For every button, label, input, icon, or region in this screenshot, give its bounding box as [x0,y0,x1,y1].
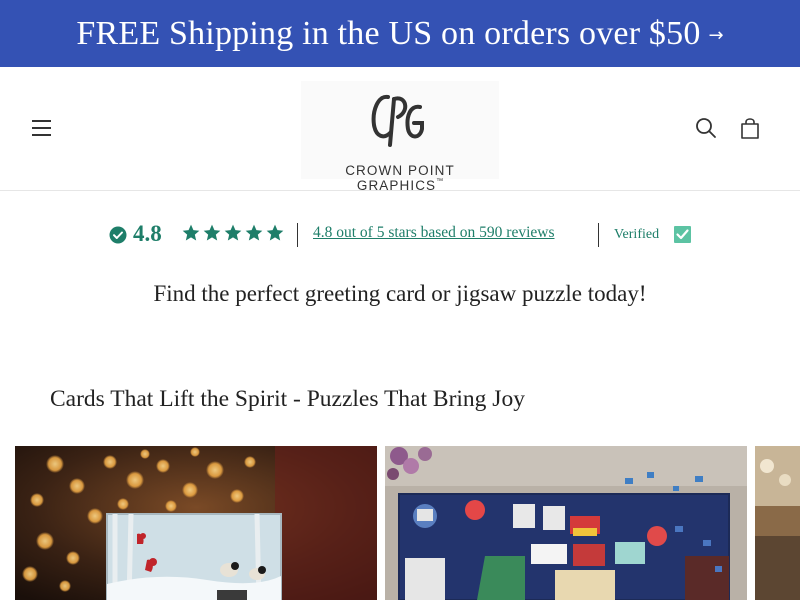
cpg-monogram-icon [371,94,424,147]
site-logo[interactable]: CROWN POINT GRAPHICS™ [301,81,499,193]
star-icon [203,224,221,241]
reviews-bar: 4.8 4.8 out of 5 stars based on 590 revi… [0,218,800,252]
star-icon [245,224,263,241]
hero-tagline: Find the perfect greeting card or jigsaw… [153,281,647,306]
star-rating [181,223,285,245]
verified-check-icon [674,226,691,243]
site-header: CROWN POINT GRAPHICS™ [0,67,800,193]
reviews-summary-link[interactable]: 4.8 out of 5 stars based on 590 reviews [313,224,555,242]
verified-label: Verified [614,227,660,242]
collection-heading: Cards That Lift the Spirit - Puzzles Tha… [50,386,525,412]
trademark-mark: ™ [436,178,444,185]
rating-score: 4.8 [133,221,162,246]
logo-wordmark: CROWN POINT GRAPHICS™ [301,163,499,193]
product-card-next[interactable] [755,446,800,600]
star-icon [182,224,200,241]
product-image [755,446,800,600]
menu-icon-line [32,127,51,129]
route-66-puzzle-image [385,446,747,600]
divider [297,223,298,247]
menu-icon-line [32,120,51,122]
arrow-right-icon: → [708,25,724,46]
star-icon [266,224,284,241]
check-circle-icon [109,226,127,244]
product-card-jigsaw-puzzle[interactable] [385,446,747,600]
menu-icon-line [32,134,51,136]
announcement-bar[interactable]: FREE Shipping in the US on orders over $… [0,0,800,67]
cart-icon [741,118,759,139]
announcement-text[interactable]: FREE Shipping in the US on orders over $… [76,15,700,53]
star-icon [224,224,242,241]
product-card-greeting-card[interactable] [15,446,377,600]
divider [598,223,599,247]
christmas-card-image [15,446,377,600]
search-button[interactable] [693,115,719,141]
menu-button[interactable] [30,117,54,139]
cart-button[interactable] [737,115,763,141]
search-icon [696,118,716,138]
